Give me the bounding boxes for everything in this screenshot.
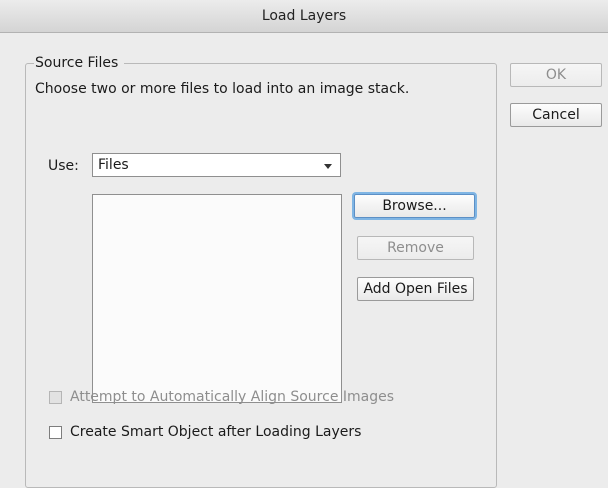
remove-button[interactable]: Remove: [357, 236, 474, 260]
auto-align-checkbox[interactable]: [49, 390, 62, 404]
auto-align-label: Attempt to Automatically Align Source Im…: [70, 389, 395, 405]
ok-button[interactable]: OK: [510, 63, 602, 87]
smart-object-checkbox[interactable]: [49, 425, 62, 439]
smart-object-label: Create Smart Object after Loading Layers: [70, 424, 362, 440]
add-open-files-button[interactable]: Add Open Files: [357, 277, 474, 301]
source-files-list[interactable]: [92, 194, 342, 403]
chevron-down-icon: [324, 164, 332, 169]
use-label: Use:: [48, 158, 79, 174]
browse-button[interactable]: Browse...: [354, 194, 475, 218]
window-title: Load Layers: [0, 0, 608, 33]
source-files-legend: Source Files: [34, 55, 125, 71]
load-layers-dialog: Source Files Choose two or more files to…: [0, 33, 608, 488]
auto-align-option[interactable]: Attempt to Automatically Align Source Im…: [49, 389, 394, 405]
use-dropdown-value: Files: [98, 157, 129, 173]
source-files-description: Choose two or more files to load into an…: [35, 81, 410, 97]
smart-object-option[interactable]: Create Smart Object after Loading Layers: [49, 424, 361, 440]
use-dropdown[interactable]: Files: [92, 153, 341, 177]
cancel-button[interactable]: Cancel: [510, 103, 602, 127]
